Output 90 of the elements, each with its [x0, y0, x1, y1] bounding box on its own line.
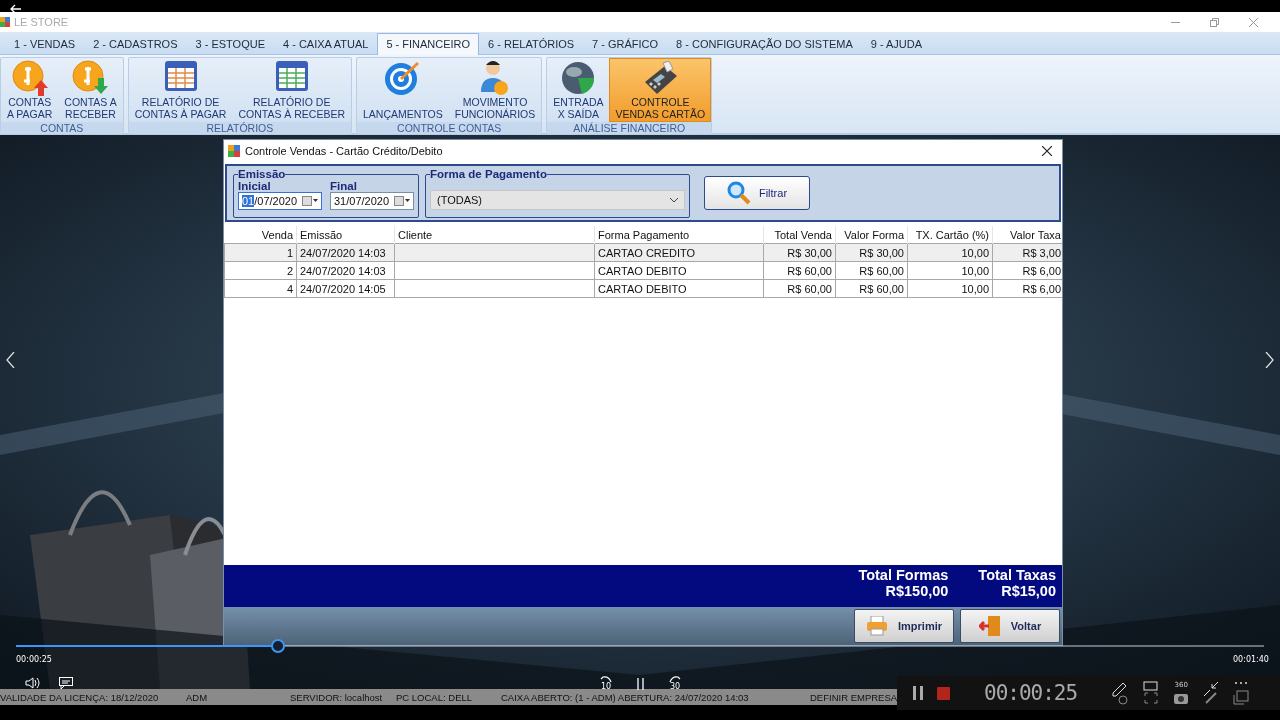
- status-text: ADM: [185, 691, 209, 703]
- table-cell: 24/07/2020 14:03: [296, 261, 395, 280]
- pie-chart-icon: [560, 60, 597, 96]
- target-icon: [383, 60, 422, 96]
- menu-tab[interactable]: 8 - CONFIGURAÇÃO DO SISTEMA: [667, 33, 862, 54]
- printer-icon: [866, 616, 888, 636]
- ribbon-button[interactable]: MOVIMENTO FUNCIONÁRIOS: [448, 58, 542, 122]
- dialog-button[interactable]: Imprimir: [854, 609, 954, 643]
- table-cell: 24/07/2020 14:03: [296, 243, 395, 262]
- close-icon[interactable]: [1042, 146, 1052, 156]
- total-text: Total Formas R$150,00: [858, 567, 949, 601]
- menu-tab[interactable]: 4 - CAIXA ATUAL: [274, 33, 378, 54]
- person-coin-icon: [480, 60, 511, 96]
- ribbon-button[interactable]: CONTAS A PAGAR: [1, 58, 59, 122]
- more-windows-icon[interactable]: [1233, 681, 1250, 705]
- ribbon-button[interactable]: RELATÓRIO DE CONTAS À PAGAR: [128, 58, 233, 122]
- app-logo-icon: [0, 16, 10, 28]
- menu-tab[interactable]: 9 - AJUDA: [861, 33, 932, 54]
- coin-up-icon: [11, 60, 48, 96]
- filter-button[interactable]: Filtrar: [704, 176, 810, 210]
- table-cell: 10,00: [907, 261, 993, 280]
- table-cell: 4: [224, 279, 297, 298]
- menu-tab[interactable]: 7 - GRÁFICO: [583, 33, 668, 54]
- table-cell: CARTAO DEBITO: [594, 279, 764, 298]
- ribbon-button[interactable]: CONTROLE VENDAS CARTÃO: [609, 58, 712, 122]
- group-legend: Forma de Pagamento: [430, 168, 547, 180]
- search-icon: [726, 181, 751, 205]
- dialog-button[interactable]: Voltar: [960, 609, 1060, 643]
- date-field[interactable]: 31/07/2020: [330, 192, 414, 210]
- group-label: ANÁLISE FINANCEIRO: [547, 122, 712, 134]
- field-label: Inicial: [238, 180, 272, 192]
- captions-icon[interactable]: [59, 677, 73, 689]
- calendar-dropdown-icon[interactable]: [394, 196, 411, 206]
- status-text: CAIXA ABERTO: (1 - ADM) ABERTURA: 24/07/2020 14:03: [500, 691, 750, 703]
- table-cell: R$ 60,00: [835, 279, 908, 298]
- ribbon-button[interactable]: LANÇAMENTOS: [357, 58, 449, 122]
- pencil-camera-icon[interactable]: [1111, 681, 1130, 705]
- app-logo-icon: [228, 145, 240, 157]
- window-title: LE STORE: [14, 16, 69, 28]
- ribbon-button[interactable]: RELATÓRIO DE CONTAS À RECEBER: [232, 58, 352, 122]
- status-text: VALIDADE DA LICENÇA: 18/12/2020: [0, 691, 160, 703]
- skip-back-button[interactable]: 10: [599, 675, 613, 691]
- total-time: 00:01:40: [1233, 655, 1269, 664]
- menu-tab[interactable]: 3 - ESTOQUE: [186, 33, 274, 54]
- dialog-title: Controle Vendas - Cartão Crédito/Debito: [245, 145, 443, 157]
- menu-tab[interactable]: 6 - RELATÓRIOS: [479, 33, 584, 54]
- pause-icon[interactable]: [637, 678, 644, 690]
- volume-icon[interactable]: [25, 677, 40, 689]
- table-cell: R$ 30,00: [763, 243, 836, 262]
- table-cell: R$ 60,00: [763, 261, 836, 280]
- table-cell: CARTAO CREDITO: [594, 243, 764, 262]
- total-text: Total Taxas R$15,00: [978, 567, 1056, 601]
- field-label: Final: [330, 180, 358, 192]
- menu-tab[interactable]: 5 - FINANCEIRO: [377, 33, 480, 55]
- spreadsheet-icon: [163, 60, 198, 92]
- status-text: PC LOCAL: DELL: [395, 691, 474, 703]
- chevron-down-icon: [670, 197, 678, 203]
- restore-icon[interactable]: [1210, 17, 1219, 27]
- calendar-dropdown-icon[interactable]: [302, 196, 319, 206]
- group-label: RELATÓRIOS: [128, 122, 352, 134]
- status-text: SERVIDOR: localhost: [289, 691, 384, 703]
- payment-dropdown[interactable]: (TODAS): [430, 190, 685, 210]
- group-label: CONTROLE CONTAS: [357, 122, 542, 134]
- ribbon-button[interactable]: ENTRADA X SAÍDA: [547, 58, 610, 122]
- group-label: CONTAS: [1, 122, 123, 134]
- table-cell: R$ 30,00: [835, 243, 908, 262]
- table-cell: 1: [224, 243, 297, 262]
- table-cell: R$ 3,00: [992, 243, 1062, 262]
- menu-tab[interactable]: 2 - CADASTROS: [84, 33, 187, 54]
- table-cell: 2: [224, 261, 297, 280]
- pause-icon[interactable]: [913, 686, 923, 700]
- collapse-pen-icon[interactable]: [1203, 681, 1220, 705]
- stop-icon[interactable]: [937, 686, 950, 700]
- table-cell: 10,00: [907, 279, 993, 298]
- group-legend: Emissão: [238, 168, 286, 180]
- table-cell: R$ 60,00: [835, 261, 908, 280]
- spreadsheet-icon: [274, 60, 309, 92]
- menu-tab[interactable]: 1 - VENDAS: [5, 33, 85, 54]
- recording-timer: 00:00:25: [984, 681, 1078, 705]
- elapsed-time: 00:00:25: [16, 655, 52, 664]
- ribbon-button[interactable]: CONTAS A RECEBER: [58, 58, 123, 122]
- table-cell: CARTAO DEBITO: [594, 261, 764, 280]
- table-cell: 24/07/2020 14:05: [296, 279, 395, 298]
- table-cell: 10,00: [907, 243, 993, 262]
- coin-down-icon: [72, 60, 109, 96]
- exit-door-icon: [978, 616, 1001, 636]
- table-cell: R$ 60,00: [763, 279, 836, 298]
- screen-capture-icon[interactable]: [1143, 681, 1160, 705]
- back-arrow-icon[interactable]: [9, 4, 21, 14]
- skip-forward-button[interactable]: 30: [668, 675, 682, 691]
